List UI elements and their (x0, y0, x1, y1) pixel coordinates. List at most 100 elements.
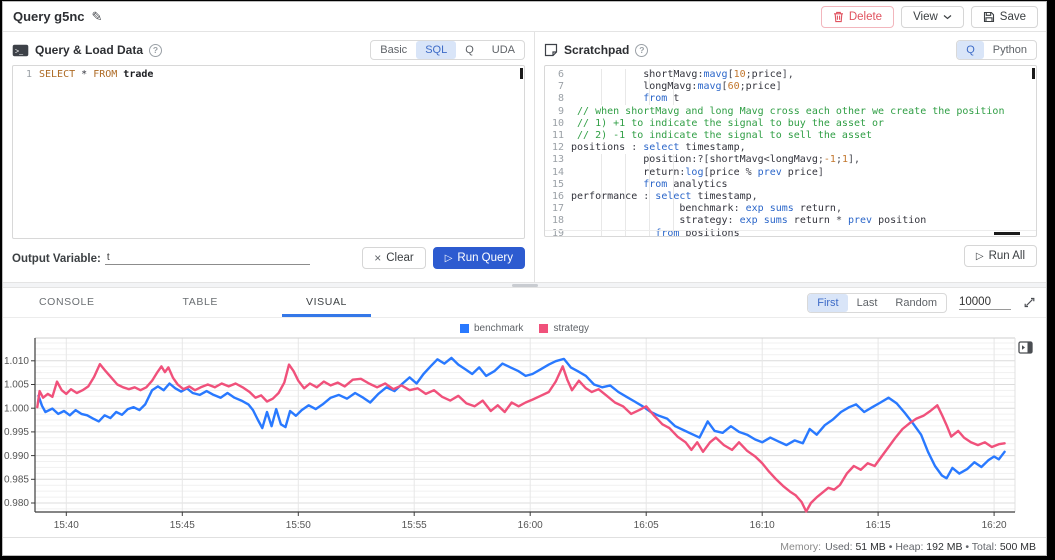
code-line: 8 from t (545, 93, 1036, 105)
code-line: 12positions : select timestamp, (545, 142, 1036, 154)
code-text: position:?[shortMavg<longMavg;-1;1], (571, 154, 860, 166)
y-tick-label: 0.985 (4, 475, 29, 486)
tab-q[interactable]: Q (456, 41, 483, 59)
x-tick-label: 16:05 (634, 520, 659, 531)
tab-python[interactable]: Python (984, 41, 1036, 59)
scratchpad-editor[interactable]: 6 shortMavg:mavg[10;price],7 longMavg:ma… (544, 65, 1037, 237)
output-variable-input[interactable] (105, 252, 310, 265)
clear-button[interactable]: × Clear (362, 247, 426, 269)
legend-swatch (460, 324, 469, 333)
line-number: 18 (545, 215, 571, 227)
results-section: CONSOLE TABLE VISUAL FirstLastRandom bench… (3, 288, 1046, 537)
code-text: // when shortMavg and long Mavg cross ea… (571, 106, 1004, 118)
indent-guide (673, 69, 674, 105)
code-line: 7 longMavg:mavg[60;price] (545, 81, 1036, 93)
save-button[interactable]: Save (971, 6, 1038, 28)
app-window: Query g5nc ✎ Delete View Save >_ (2, 1, 1047, 556)
save-label: Save (1000, 11, 1026, 23)
line-number: 9 (545, 106, 571, 118)
header: Query g5nc ✎ Delete View Save (3, 2, 1046, 32)
code-line: 17 benchmark: exp sums return, (545, 203, 1036, 215)
delete-button[interactable]: Delete (821, 6, 894, 28)
tab-uda[interactable]: UDA (483, 41, 524, 59)
help-icon[interactable]: ? (149, 44, 162, 57)
scratchpad-panel: Scratchpad ? QPython 6 shortMavg:mavg[10… (534, 32, 1046, 282)
line-number: 6 (545, 69, 571, 81)
x-tick-label: 16:00 (518, 520, 543, 531)
code-line: 13 position:?[shortMavg<longMavg;-1;1], (545, 154, 1036, 166)
expand-icon[interactable] (1023, 296, 1036, 309)
range-last[interactable]: Last (848, 294, 887, 312)
scratchpad-title: Scratchpad (564, 43, 629, 57)
line-number: 13 (545, 154, 571, 166)
memory-item-label: Total: (972, 541, 1000, 553)
legend-item-benchmark[interactable]: benchmark (460, 323, 523, 334)
x-tick-label: 16:20 (982, 520, 1007, 531)
play-icon: ▷ (976, 251, 984, 262)
indent-guide (673, 154, 674, 237)
tab-q[interactable]: Q (957, 41, 984, 59)
view-label: View (913, 11, 938, 23)
code-line: 14 return:log[price % prev price] (545, 167, 1036, 179)
output-variable-label: Output Variable: (12, 253, 101, 265)
editor-scrollbar-thumb[interactable] (1032, 68, 1035, 79)
line-number: 14 (545, 167, 571, 179)
memory-item-label: Used: (825, 541, 855, 553)
page-title: Query g5nc (13, 9, 85, 24)
legend-label: benchmark (474, 323, 523, 334)
line-number: 10 (545, 118, 571, 130)
tab-visual[interactable]: VISUAL (282, 288, 371, 317)
editor-hscrollbar-thumb[interactable] (994, 232, 1020, 235)
range-random[interactable]: Random (886, 294, 946, 312)
hscrollbar-track (545, 230, 1036, 231)
run-query-button[interactable]: ▷ Run Query (433, 247, 525, 269)
x-tick-label: 15:55 (402, 520, 427, 531)
x-tick-label: 15:45 (170, 520, 195, 531)
tab-sql[interactable]: SQL (416, 41, 456, 59)
x-tick-label: 16:10 (750, 520, 775, 531)
code-text: benchmark: exp sums return, (571, 203, 842, 215)
y-tick-label: 1.010 (4, 356, 29, 367)
range-first[interactable]: First (808, 294, 847, 312)
scratchpad-language-tabs: QPython (956, 40, 1037, 60)
code-text: return:log[price % prev price] (571, 167, 824, 179)
indent-guide (649, 154, 650, 237)
divider-drag-handle[interactable] (512, 284, 538, 287)
code-text: performance : select timestamp, (571, 191, 758, 203)
view-button[interactable]: View (901, 6, 964, 28)
legend-item-strategy[interactable]: strategy (539, 323, 589, 334)
row-limit-input[interactable] (959, 296, 1011, 310)
run-all-button[interactable]: ▷ Run All (964, 245, 1037, 267)
sql-editor[interactable]: 1SELECT * FROM trade (12, 65, 525, 239)
line-number: 8 (545, 93, 571, 105)
help-icon[interactable]: ? (635, 44, 648, 57)
edit-title-icon[interactable]: ✎ (92, 9, 103, 25)
memory-item-value: 192 MB (926, 541, 962, 553)
line-number: 15 (545, 179, 571, 191)
separator: • (962, 541, 971, 553)
y-tick-label: 1.005 (4, 380, 29, 391)
query-language-tabs: BasicSQLQUDA (370, 40, 525, 60)
code-text: // 2) -1 to indicate the signal to sell … (571, 130, 872, 142)
editor-scrollbar-thumb[interactable] (520, 68, 523, 79)
indent-guide (601, 69, 602, 105)
tab-basic[interactable]: Basic (371, 41, 416, 59)
chevron-down-icon (943, 14, 952, 20)
tab-console[interactable]: CONSOLE (15, 288, 119, 317)
line-number: 11 (545, 130, 571, 142)
tab-table[interactable]: TABLE (159, 288, 242, 317)
legend-swatch (539, 324, 548, 333)
code-text: // 1) +1 to indicate the signal to buy t… (571, 118, 884, 130)
indent-guide (601, 154, 602, 237)
y-tick-label: 0.990 (4, 451, 29, 462)
x-tick-label: 16:15 (866, 520, 891, 531)
collapse-panel-icon[interactable] (1016, 339, 1034, 355)
trash-icon (833, 11, 844, 23)
chart-legend: benchmark strategy (3, 320, 1046, 336)
range-selector: FirstLastRandom (807, 293, 947, 313)
chart-area: 1.0101.0051.0000.9950.9900.9850.98015:40… (3, 336, 1046, 541)
memory-item-label: Heap: (895, 541, 926, 553)
code-text: positions : select timestamp, (571, 142, 746, 154)
code-line: 18 strategy: exp sums return * prev posi… (545, 215, 1036, 227)
query-panel: >_ Query & Load Data ? BasicSQLQUDA 1SEL… (3, 32, 534, 282)
